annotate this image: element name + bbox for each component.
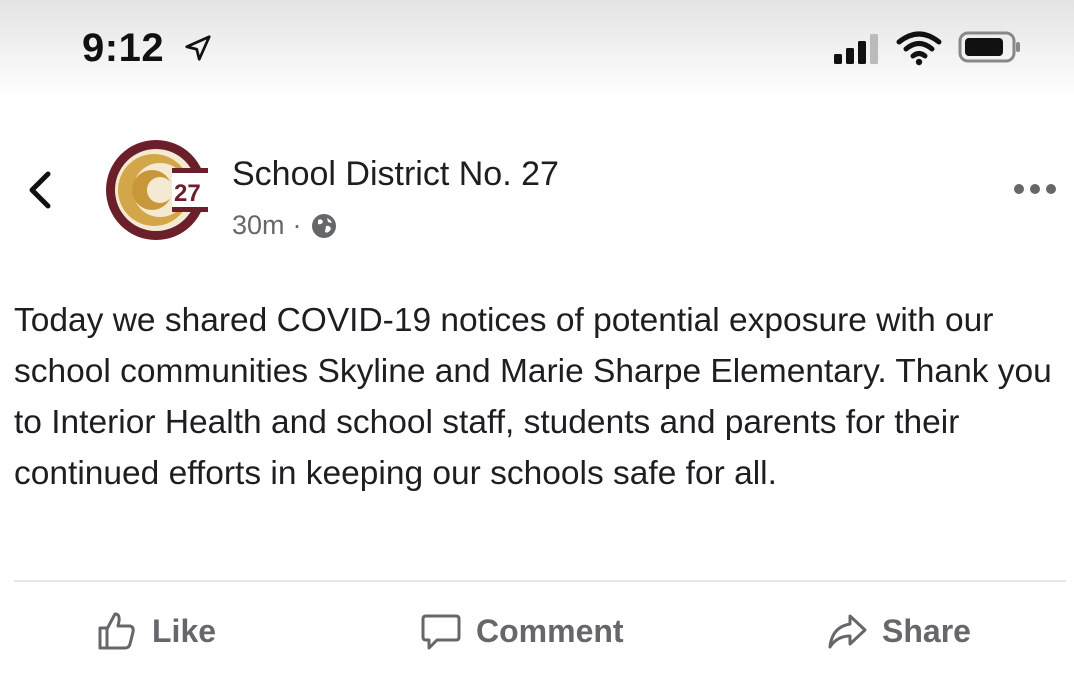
meta-separator: ·	[292, 210, 302, 240]
comment-bubble-icon	[421, 614, 461, 650]
cellular-signal-icon	[834, 34, 878, 64]
globe-icon	[311, 213, 336, 238]
battery-icon	[958, 31, 1020, 63]
back-chevron-icon[interactable]	[24, 168, 56, 212]
avatar-number: 27	[174, 180, 201, 207]
comment-button[interactable]: Comment	[420, 610, 624, 652]
actions-divider	[14, 580, 1066, 582]
post-timestamp[interactable]: 30m	[232, 210, 285, 241]
post-body-text: Today we shared COVID-19 notices of pote…	[14, 302, 1052, 492]
comment-label: Comment	[476, 612, 624, 649]
post-meta: 30m ·	[232, 210, 338, 241]
like-label: Like	[152, 612, 217, 649]
page-name-link[interactable]: School District No. 27	[232, 155, 559, 194]
thumbs-up-icon	[98, 612, 135, 650]
share-button[interactable]: Share	[826, 610, 971, 652]
share-label: Share	[882, 612, 971, 649]
like-button[interactable]: Like	[96, 610, 216, 652]
location-arrow-icon	[185, 35, 211, 61]
more-options-icon[interactable]	[1010, 178, 1060, 200]
wifi-icon	[896, 31, 942, 66]
share-arrow-icon	[828, 614, 867, 649]
page-avatar-logo[interactable]: 27	[104, 138, 208, 242]
post-action-bar: Like Comment Share	[0, 600, 1074, 670]
status-bar: 9:12	[0, 0, 1074, 100]
status-time: 9:12	[82, 26, 165, 70]
